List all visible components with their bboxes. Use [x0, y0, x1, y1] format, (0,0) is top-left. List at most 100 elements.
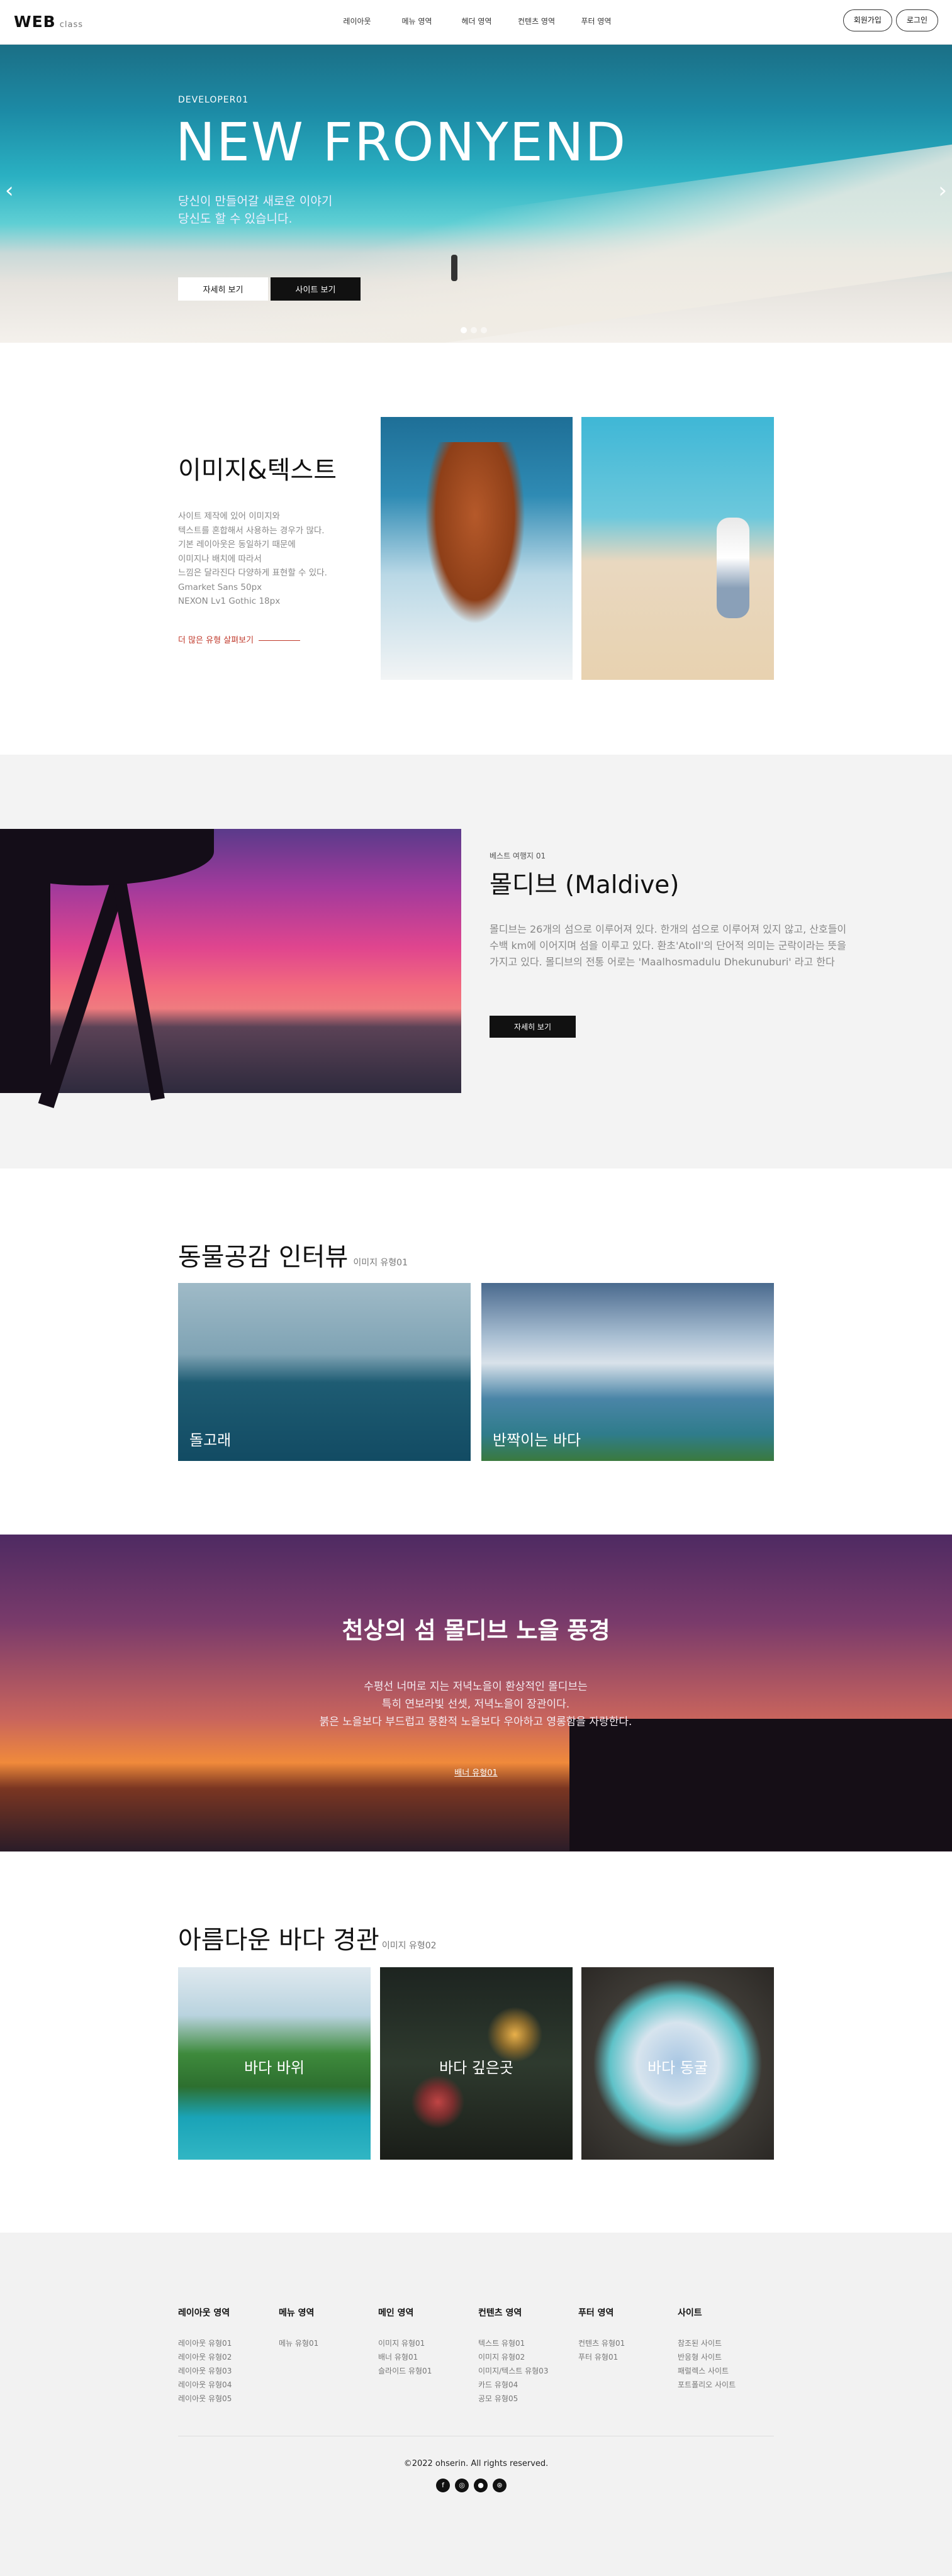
sunset-banner: 천상의 섬 몰디브 노을 풍경 수평선 너머로 지는 저녁노을이 환상적인 몰디…	[0, 1535, 952, 1852]
maldive-description: 몰디브는 26개의 섬으로 이루어져 있다. 한개의 섬으로 이루어져 있지 않…	[490, 923, 847, 968]
footer-heading: 메뉴 영역	[279, 2308, 315, 2318]
nav-item-footer[interactable]: 푸터 영역	[566, 0, 626, 44]
dog-figure	[425, 442, 525, 625]
footer-link[interactable]: 컨텐츠 유형01	[578, 2336, 673, 2350]
site-header: WEB class 레이아웃 메뉴 영역 헤더 영역 컨텐츠 영역 푸터 영역 회…	[0, 0, 952, 45]
hero-desc-line: 당신이 만들어갈 새로운 이야기	[178, 194, 333, 208]
dribbble-icon[interactable]: ⊛	[493, 2479, 507, 2492]
sea-rock-card[interactable]: 바다 바위	[178, 1967, 371, 2160]
footer-link[interactable]: 레이아웃 유형03	[178, 2364, 272, 2378]
footer-link[interactable]: 포트폴리오 사이트	[678, 2378, 772, 2392]
footer-column-sites: 사이트 참조된 사이트 반응형 사이트 패럴렉스 사이트 포트폴리오 사이트	[678, 2306, 772, 2392]
card-label: 반짝이는 바다	[493, 1431, 581, 1449]
interview-section: 동물공감 인터뷰 이미지 유형01 돌고래 반짝이는 바다	[0, 1169, 952, 1535]
copyright: ©2022 ohserin. All rights reserved.	[403, 2459, 549, 2468]
image-text-description: 사이트 제작에 있어 이미지와 텍스트를 혼합해서 사용하는 경우가 많다. 기…	[178, 509, 379, 609]
palm-trunk	[38, 875, 128, 1109]
description-line: 사이트 제작에 있어 이미지와	[178, 511, 280, 521]
maldive-caption: 베스트 여행지 01	[490, 852, 546, 860]
footer-heading: 푸터 영역	[578, 2308, 614, 2318]
dog-on-beach-image	[381, 417, 573, 680]
interview-subtitle: 이미지 유형01	[353, 1258, 408, 1268]
nav-item-header[interactable]: 헤더 영역	[447, 0, 507, 44]
slider-next-icon[interactable]: ›	[938, 180, 947, 201]
hero-detail-button[interactable]: 자세히 보기	[178, 277, 268, 301]
hero-slider: DEVELOPER01 NEW FRONYEND 당신이 만들어갈 새로운 이야…	[0, 45, 952, 343]
join-button[interactable]: 회원가입	[843, 9, 892, 31]
description-line: NEXON Lv1 Gothic 18px	[178, 596, 281, 606]
slider-dot[interactable]	[471, 327, 477, 333]
slider-dots	[461, 327, 487, 333]
footer-link[interactable]: 공모 유형05	[478, 2392, 573, 2406]
description-line: 이미지나 배치에 따라서	[178, 553, 262, 564]
nav-item-menu[interactable]: 메뉴 영역	[387, 0, 447, 44]
instagram-icon[interactable]: ◎	[455, 2479, 469, 2492]
social-icons: f ◎ ● ⊛	[436, 2479, 507, 2492]
hero-person-figure	[451, 255, 457, 281]
footer-link[interactable]: 이미지 유형02	[478, 2350, 573, 2364]
more-types-label: 더 많은 유형 살펴보기	[178, 636, 254, 645]
footer-link[interactable]: 메뉴 유형01	[279, 2336, 373, 2350]
banner-description: 수평선 너머로 지는 저녁노을이 환상적인 몰디브는 특히 연보라빛 선셋, 저…	[224, 1678, 727, 1731]
footer-column-menu: 메뉴 영역 메뉴 유형01	[279, 2306, 373, 2350]
footer-link[interactable]: 레이아웃 유형04	[178, 2378, 272, 2392]
interview-title: 동물공감 인터뷰 이미지 유형01	[178, 1236, 408, 1273]
footer-link[interactable]: 참조된 사이트	[678, 2336, 772, 2350]
footer-link[interactable]: 푸터 유형01	[578, 2350, 673, 2364]
login-button[interactable]: 로그인	[895, 9, 938, 31]
main-nav: 레이아웃 메뉴 영역 헤더 영역 컨텐츠 영역 푸터 영역	[327, 0, 626, 44]
nav-item-contents[interactable]: 컨텐츠 영역	[507, 0, 566, 44]
ocean-section: 아름다운 바다 경관 이미지 유형02 바다 바위 바다 깊은곳 바다 동굴	[0, 1852, 952, 2233]
banner-desc-line: 수평선 너머로 지는 저녁노을이 환상적인 몰디브는	[364, 1680, 588, 1693]
github-icon[interactable]: ●	[474, 2479, 488, 2492]
deep-sea-card[interactable]: 바다 깊은곳	[380, 1967, 573, 2160]
slider-prev-icon[interactable]: ‹	[5, 180, 14, 201]
footer-link[interactable]: 슬라이드 유형01	[378, 2364, 473, 2378]
site-footer: 레이아웃 영역 레이아웃 유형01 레이아웃 유형02 레이아웃 유형03 레이…	[0, 2233, 952, 2576]
footer-link[interactable]: 레이아웃 유형01	[178, 2336, 272, 2350]
footer-link[interactable]: 카드 유형04	[478, 2378, 573, 2392]
header-buttons: 회원가입 로그인	[843, 9, 938, 31]
hero-subtitle: DEVELOPER01	[178, 95, 249, 105]
logo-sub: class	[59, 20, 83, 30]
footer-link[interactable]: 이미지/텍스트 유형03	[478, 2364, 573, 2378]
footer-link[interactable]: 배너 유형01	[378, 2350, 473, 2364]
footer-heading: 컨텐츠 영역	[478, 2308, 522, 2318]
slider-dot[interactable]	[461, 327, 467, 333]
banner-link[interactable]: 배너 유형01	[0, 1766, 952, 1778]
dolphin-card[interactable]: 돌고래	[178, 1283, 471, 1461]
description-line: 느낌은 달라진다 다양하게 표현할 수 있다.	[178, 568, 327, 578]
footer-link[interactable]: 레이아웃 유형05	[178, 2392, 272, 2406]
footer-link[interactable]: 패럴렉스 사이트	[678, 2364, 772, 2378]
ocean-title: 아름다운 바다 경관 이미지 유형02	[178, 1919, 437, 1956]
banner-desc-line: 붉은 노을보다 부드럽고 몽환적 노을보다 우아하고 영롱함을 자랑한다.	[319, 1716, 632, 1728]
maldive-title: 몰디브 (Maldive)	[490, 871, 680, 899]
description-line: 텍스트를 혼합해서 사용하는 경우가 많다.	[178, 525, 325, 536]
maldive-detail-button[interactable]: 자세히 보기	[490, 1016, 576, 1038]
nav-item-layout[interactable]: 레이아웃	[327, 0, 387, 44]
footer-column-layout: 레이아웃 영역 레이아웃 유형01 레이아웃 유형02 레이아웃 유형03 레이…	[178, 2306, 272, 2406]
footer-heading: 사이트	[678, 2308, 702, 2318]
sparkling-sea-card[interactable]: 반짝이는 바다	[481, 1283, 774, 1461]
water-villa-silhouette	[569, 1719, 952, 1851]
hero-site-button[interactable]: 사이트 보기	[271, 277, 361, 301]
card-label: 바다 깊은곳	[439, 2059, 514, 2077]
card-label: 바다 바위	[244, 2059, 305, 2077]
description-line: Gmarket Sans 50px	[178, 582, 262, 592]
sea-cave-card[interactable]: 바다 동굴	[581, 1967, 774, 2160]
site-logo[interactable]: WEB class	[14, 13, 83, 31]
child-figure	[717, 518, 749, 618]
footer-link[interactable]: 텍스트 유형01	[478, 2336, 573, 2350]
maldive-section: 베스트 여행지 01 몰디브 (Maldive) 몰디브는 26개의 섬으로 이…	[0, 755, 952, 1169]
more-types-link[interactable]: 더 많은 유형 살펴보기	[178, 633, 301, 645]
palm-bush	[0, 829, 50, 1093]
footer-link[interactable]: 반응형 사이트	[678, 2350, 772, 2364]
logo-text: WEB	[14, 13, 56, 31]
slider-dot[interactable]	[481, 327, 487, 333]
footer-link[interactable]: 레이아웃 유형02	[178, 2350, 272, 2364]
ocean-subtitle: 이미지 유형02	[381, 1941, 437, 1951]
palm-sunset-image	[0, 829, 461, 1109]
footer-link[interactable]: 이미지 유형01	[378, 2336, 473, 2350]
facebook-icon[interactable]: f	[436, 2479, 450, 2492]
child-and-seagull-image	[581, 417, 774, 680]
